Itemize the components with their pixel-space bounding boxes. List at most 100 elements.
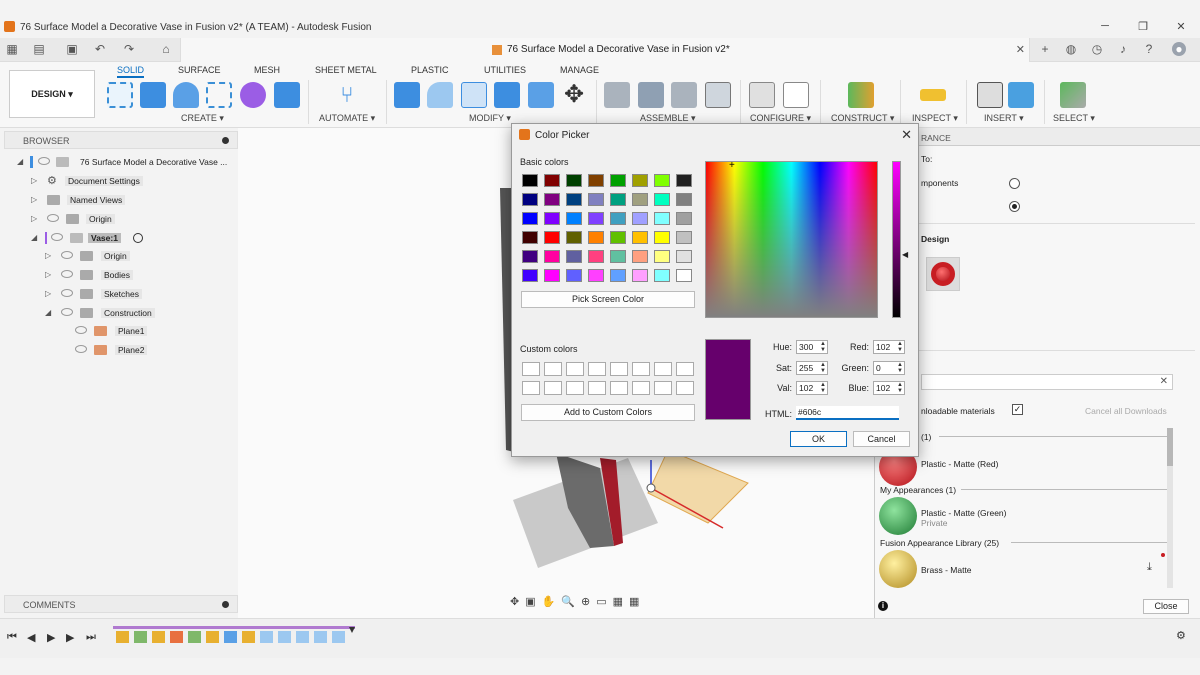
basic-color-swatch[interactable] — [522, 212, 538, 225]
close-window-button[interactable]: ✕ — [1172, 20, 1190, 34]
tree-item-origin[interactable]: ▷ Origin — [0, 211, 240, 228]
basic-color-swatch[interactable] — [632, 250, 648, 263]
basic-color-swatch[interactable] — [632, 193, 648, 206]
custom-color-swatch[interactable] — [544, 362, 562, 376]
sat-spinbox[interactable]: 255 ▲ ▼ — [796, 361, 828, 375]
job-status-icon[interactable]: ◷ — [1090, 42, 1104, 56]
basic-color-swatch[interactable] — [566, 174, 582, 187]
go-to-end-icon[interactable]: ⏭ — [86, 631, 96, 644]
basic-color-swatch[interactable] — [632, 212, 648, 225]
save-icon[interactable]: ▣ — [65, 42, 79, 56]
tree-item-document-settings[interactable]: ▷ ⚙ Document Settings — [0, 173, 240, 190]
file-icon[interactable]: ▤ — [32, 42, 46, 56]
tree-item-named-views[interactable]: ▷ Named Views — [0, 192, 240, 209]
new-component-icon[interactable] — [604, 82, 630, 108]
create-sketch-icon[interactable] — [107, 82, 133, 108]
select-icon[interactable] — [1060, 82, 1086, 108]
basic-color-swatch[interactable] — [632, 174, 648, 187]
play-icon[interactable]: ▶ — [47, 631, 55, 644]
tree-item-plane1[interactable]: Plane1 — [0, 323, 240, 340]
html-hex-input[interactable]: #606c — [796, 406, 899, 420]
basic-color-swatch[interactable] — [610, 250, 626, 263]
navigation-bar[interactable]: ✥▣✋🔍⊕▭▦▦ — [510, 595, 645, 608]
basic-color-swatch[interactable] — [632, 231, 648, 244]
group-modify[interactable]: MODIFY ▾ — [469, 113, 511, 124]
feature-icon[interactable] — [332, 631, 345, 643]
cancel-downloads-link[interactable]: Cancel all Downloads — [1085, 406, 1167, 416]
scrollbar-track[interactable] — [1167, 428, 1173, 588]
timeline-settings-gear-icon[interactable]: ⚙ — [1176, 629, 1186, 642]
basic-color-swatch[interactable] — [544, 231, 560, 244]
insert-derive-icon[interactable] — [977, 82, 1003, 108]
basic-color-swatch[interactable] — [676, 193, 692, 206]
material-swatch-green[interactable] — [879, 497, 917, 535]
expand-arrow-icon[interactable]: ▷ — [31, 176, 37, 185]
basic-color-swatch[interactable] — [588, 269, 604, 282]
appearance-search-input[interactable]: ✕ — [921, 374, 1173, 390]
basic-color-swatch[interactable] — [588, 250, 604, 263]
basic-color-swatch[interactable] — [522, 250, 538, 263]
activate-radio-icon[interactable] — [133, 233, 143, 243]
as-built-joint-icon[interactable] — [671, 82, 697, 108]
basic-color-swatch[interactable] — [566, 212, 582, 225]
tab-solid[interactable]: SOLID — [117, 65, 145, 78]
custom-color-swatch[interactable] — [588, 381, 606, 395]
components-radio[interactable] — [1009, 178, 1020, 189]
custom-color-swatch[interactable] — [610, 381, 628, 395]
visibility-eye-icon[interactable] — [75, 326, 87, 334]
timeline-track[interactable] — [113, 623, 355, 645]
step-forward-icon[interactable]: ▶ — [66, 631, 74, 644]
tab-manage[interactable]: MANAGE — [560, 65, 599, 75]
tab-sheet-metal[interactable]: SHEET METAL — [315, 65, 377, 75]
custom-color-swatch[interactable] — [632, 362, 650, 376]
help-icon[interactable]: ? — [1142, 42, 1156, 56]
tree-root[interactable]: ◢ 76 Surface Model a Decorative Vase ... — [0, 154, 240, 171]
custom-color-swatch[interactable] — [588, 362, 606, 376]
ok-button[interactable]: OK — [790, 431, 847, 447]
scrollbar-thumb[interactable] — [1167, 428, 1173, 466]
custom-color-swatch[interactable] — [676, 362, 694, 376]
feature-icon[interactable] — [314, 631, 327, 643]
basic-color-swatch[interactable] — [676, 212, 692, 225]
measure-icon[interactable] — [920, 89, 946, 101]
basic-color-swatch[interactable] — [610, 212, 626, 225]
visibility-eye-icon[interactable] — [51, 233, 63, 241]
tab-plastic[interactable]: PLASTIC — [411, 65, 449, 75]
tab-surface[interactable]: SURFACE — [178, 65, 221, 75]
extrude-icon[interactable] — [140, 82, 166, 108]
basic-color-swatch[interactable] — [566, 231, 582, 244]
group-create[interactable]: CREATE ▾ — [181, 113, 224, 124]
blue-spinbox[interactable]: 102 ▲ ▼ — [873, 381, 905, 395]
workspace-dropdown[interactable]: DESIGN ▾ — [9, 70, 95, 118]
basic-color-swatch[interactable] — [676, 269, 692, 282]
notifications-icon[interactable]: ♪ — [1116, 42, 1130, 56]
green-spinbox[interactable]: 0 ▲ ▼ — [873, 361, 905, 375]
expand-arrow-icon[interactable]: ▷ — [45, 270, 51, 279]
minimize-button[interactable]: ─ — [1096, 20, 1114, 34]
feature-icon[interactable] — [116, 631, 129, 643]
basic-color-swatch[interactable] — [544, 250, 560, 263]
press-pull-icon[interactable] — [394, 82, 420, 108]
feature-icon[interactable] — [296, 631, 309, 643]
move-icon[interactable]: ✥ — [561, 82, 587, 108]
visibility-eye-icon[interactable] — [61, 251, 73, 259]
basic-color-swatch[interactable] — [610, 269, 626, 282]
visibility-eye-icon[interactable] — [38, 157, 50, 165]
custom-color-swatch[interactable] — [566, 381, 584, 395]
basic-color-swatch[interactable] — [544, 269, 560, 282]
form-icon[interactable] — [240, 82, 266, 108]
tree-item-sketches[interactable]: ▷ Sketches — [0, 286, 240, 303]
basic-color-swatch[interactable] — [654, 250, 670, 263]
configure-table-icon[interactable] — [783, 82, 809, 108]
visibility-eye-icon[interactable] — [47, 214, 59, 222]
tree-item-vase-origin[interactable]: ▷ Origin — [0, 248, 240, 265]
material-swatch-brass[interactable] — [879, 550, 917, 588]
basic-color-swatch[interactable] — [544, 212, 560, 225]
custom-color-swatch[interactable] — [654, 362, 672, 376]
red-spinbox[interactable]: 102 ▲ ▼ — [873, 340, 905, 354]
info-icon[interactable]: i — [878, 601, 888, 611]
in-design-swatch[interactable] — [926, 257, 960, 291]
browser-header[interactable]: BROWSER — [4, 131, 238, 149]
joint-origin-icon[interactable] — [705, 82, 731, 108]
box-icon[interactable] — [274, 82, 300, 108]
